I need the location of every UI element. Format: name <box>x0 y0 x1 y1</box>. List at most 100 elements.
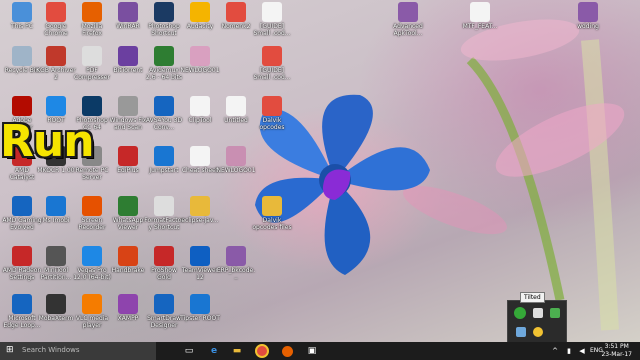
desktop-icon[interactable]: ProShow Gold <box>144 246 184 281</box>
desktop-icon[interactable]: [GUIDE] Small .cod... <box>252 46 292 81</box>
folder-icon <box>262 196 282 216</box>
desktop-icon[interactable]: Screen Recorder <box>72 196 112 231</box>
store-icon[interactable]: ▣ <box>305 344 319 358</box>
tray-app-icon[interactable] <box>516 327 526 337</box>
volume-icon[interactable]: ◀ <box>575 344 589 358</box>
task-view-icon[interactable]: ▭ <box>182 344 196 358</box>
tray-app-icon[interactable] <box>533 327 543 337</box>
desktop-icon-label: AVS4You 3D Conv... <box>145 117 183 131</box>
desktop-icon[interactable]: MobaXterm <box>36 294 76 322</box>
desktop-icon[interactable]: NEWLOGO01 <box>216 146 256 174</box>
desktop-icon[interactable]: SmartDraw Designer <box>144 294 184 329</box>
desktop-icon[interactable]: WinRAR <box>108 2 148 30</box>
firefox-icon[interactable] <box>280 344 294 358</box>
desktop-icon[interactable]: MiniTool Partition... <box>36 246 76 281</box>
desktop-icon[interactable]: Jumpstart <box>144 146 184 174</box>
desktop-icon[interactable]: NEWLOGO01 <box>180 46 220 74</box>
desktop-icon[interactable]: Advanced ApkTool... <box>388 2 428 37</box>
folder-icon <box>190 196 210 216</box>
desktop-icon-label: Windows Fix and Scan <box>109 117 147 131</box>
file-icon <box>190 146 210 166</box>
desktop-icon[interactable]: MTF_FEAT... <box>460 2 500 30</box>
chrome-icon[interactable] <box>255 344 269 358</box>
desktop-icon[interactable]: Nomenk2 <box>216 2 256 30</box>
desktop-icon-label: EdiPlus <box>117 167 139 174</box>
desktop-icon-label: ProShow Gold <box>151 267 177 281</box>
desktop-icon-label: MiniTool Partition... <box>40 267 72 281</box>
desktop-icon[interactable]: Google Chrome <box>36 2 76 37</box>
desktop-icon[interactable]: VLC media player <box>72 294 112 329</box>
desktop-icon-label: Dalvik opcodes files <box>252 217 292 231</box>
desktop-icon[interactable]: Handbrake <box>108 246 148 274</box>
desktop-icon[interactable]: WhatsApp Viewer <box>108 196 148 231</box>
jumpstart-icon <box>154 146 174 166</box>
desktop-icon-label: ClipTool <box>188 117 212 124</box>
edge-icon <box>12 294 32 314</box>
adobe-reader-icon <box>12 96 32 116</box>
desktop-icon[interactable]: Windows Fix and Scan <box>108 96 148 131</box>
desktop-icon[interactable]: Untitled <box>216 96 256 124</box>
desktop-icon-label: NEWLOGO01 <box>180 67 220 74</box>
desktop-icon-label: MKOCR 1.00 <box>37 167 75 174</box>
desktop-icon[interactable]: Dalvik opcodes <box>252 96 292 131</box>
desktop-icon[interactable]: Audacity <box>180 2 220 30</box>
desktop-icon[interactable]: TeamViewer 12 <box>180 246 220 281</box>
audacity-icon <box>190 2 210 22</box>
desktop-icon[interactable]: Mozilla Firefox <box>72 2 112 37</box>
teamviewer-icon <box>190 246 210 266</box>
desktop-icon[interactable]: Dalvik opcodes files <box>252 196 292 231</box>
desktop-icon[interactable]: EdiPlus <box>108 146 148 174</box>
winrar-icon <box>398 2 418 22</box>
xampp-icon <box>118 294 138 314</box>
desktop-icon[interactable]: AVS4You 3D Conv... <box>144 96 184 131</box>
file-icon <box>190 96 210 116</box>
desktop-icon-label: Google Chrome <box>44 23 68 37</box>
desktop-icon[interactable]: KGB Archiver 2 <box>36 46 76 81</box>
show-hidden-icons[interactable]: ^ <box>548 344 562 358</box>
desktop-icon[interactable]: Avidemux 2.6 - 64 bits <box>144 46 184 81</box>
archive-icon <box>46 46 66 66</box>
avidemux-icon <box>154 46 174 66</box>
tray-app-icon[interactable] <box>550 308 560 318</box>
desktop-icon-label: Dalvik opcodes <box>259 117 285 131</box>
desktop-icon[interactable]: Cheat sheet <box>180 146 220 174</box>
tray-app-icon[interactable] <box>533 308 543 318</box>
desktop-icon[interactable]: ERP_bkcode... <box>216 246 256 281</box>
recycle-bin-icon <box>12 46 32 66</box>
desktop-icon[interactable]: [GUIDE] Small .cod... <box>252 2 292 37</box>
clock[interactable]: 3:51 PM 23-Mar-17 <box>601 343 632 359</box>
tray-tooltip: Tilted <box>520 292 545 303</box>
winrar-icon <box>226 246 246 266</box>
whatsapp-icon <box>118 196 138 216</box>
battery-icon[interactable]: ▮ <box>562 344 576 358</box>
desktop-icon-label: Screen Recorder <box>78 217 106 231</box>
desktop-icon-label: PDF Compresser <box>74 67 110 81</box>
image-icon <box>190 46 210 66</box>
desktop-icon-label: NEWLOGO01 <box>216 167 256 174</box>
desktop-icon-label: BitTorrent <box>113 67 143 74</box>
desktop-icon[interactable]: BitTorrent <box>108 46 148 74</box>
search-box[interactable]: ⊞ Search Windows <box>0 342 156 360</box>
edge-icon[interactable]: e <box>207 344 221 358</box>
windows-start-icon[interactable]: ⊞ <box>6 345 14 355</box>
chrome-icon <box>262 46 282 66</box>
desktop-icon[interactable]: Photoshop Shortcut <box>144 2 184 37</box>
desktop-icon[interactable]: Ms Imobi <box>36 196 76 224</box>
desktop-icon[interactable]: Vegas Pro 12.0 (64-bit) <box>72 246 112 281</box>
desktop-icon-label: Audacity <box>186 23 214 30</box>
desktop-icon-label: XAMPP <box>117 315 139 322</box>
desktop-icon[interactable]: XAMPP <box>108 294 148 322</box>
desktop-icon-label: Avidemux 2.6 - 64 bits <box>145 67 183 81</box>
desktop-icon[interactable]: ClipTool <box>180 96 220 124</box>
desktop-icon[interactable]: Tipster ROOT <box>180 294 220 322</box>
desktop-icon[interactable]: wdding <box>568 2 608 30</box>
bittorrent-icon <box>118 46 138 66</box>
amd-icon <box>12 246 32 266</box>
desktop-icon[interactable]: eclipse-jav... <box>180 196 220 224</box>
computer-icon <box>12 2 32 22</box>
file-explorer-icon[interactable]: ▬ <box>230 344 244 358</box>
desktop-icon[interactable]: FormatFactory Shortcut <box>144 196 184 231</box>
desktop-icon[interactable]: PDF Compresser <box>72 46 112 81</box>
handbrake-icon <box>118 246 138 266</box>
tray-app-icon[interactable] <box>514 307 526 319</box>
